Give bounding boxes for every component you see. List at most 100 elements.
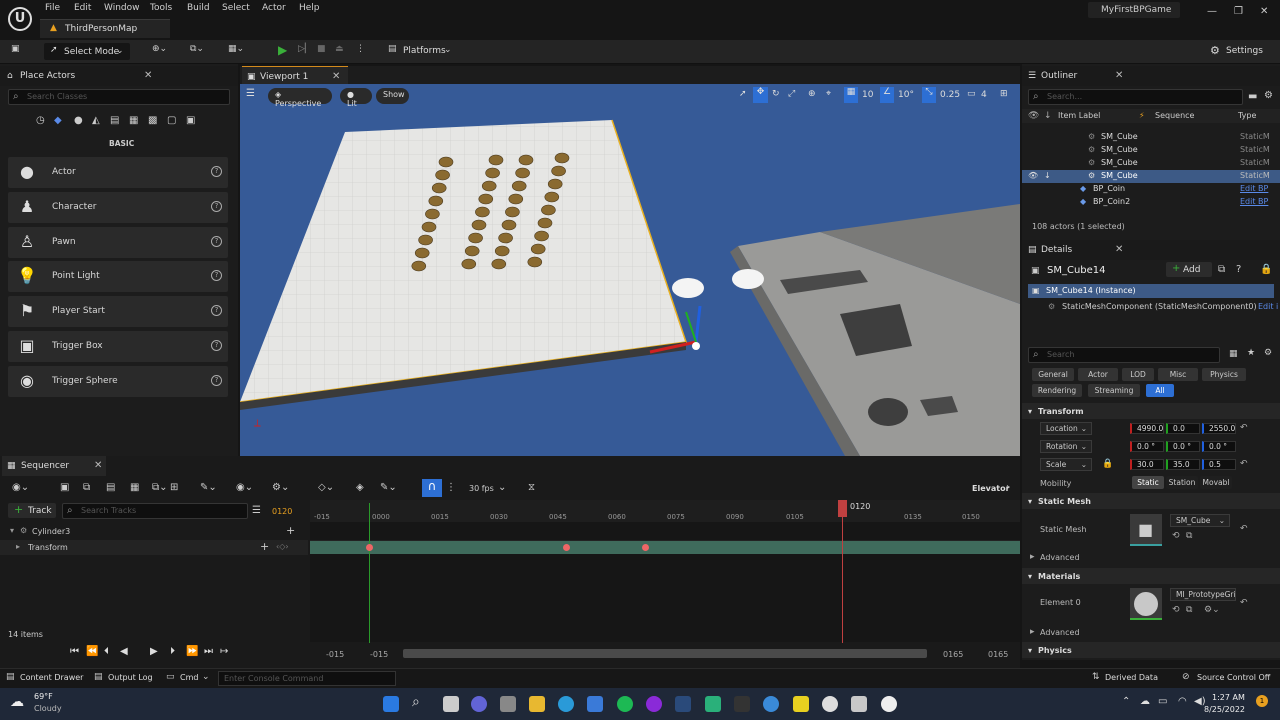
settings-button[interactable]: ⚙ Settings <box>1210 44 1270 60</box>
chevron-right-icon[interactable]: › <box>1006 482 1010 493</box>
show-button[interactable]: Show <box>376 88 409 104</box>
static-mesh-thumbnail[interactable]: ■ <box>1130 514 1162 546</box>
help-icon[interactable]: ? <box>211 305 222 316</box>
actor-name-field[interactable]: SM_Cube14 <box>1047 265 1106 276</box>
search-classes-input[interactable]: ⌕ Search Classes <box>8 89 230 105</box>
notes-icon[interactable] <box>793 696 809 712</box>
transform-section-header[interactable]: ▾ Transform <box>1022 403 1280 419</box>
lock-icon[interactable]: 🔒 <box>1260 264 1272 275</box>
filter-all[interactable]: All <box>1146 384 1174 397</box>
play-reverse-icon[interactable]: ◀ <box>120 646 128 657</box>
spotify-icon[interactable] <box>617 696 633 712</box>
advanced-expander[interactable]: ▸ Advanced <box>1022 550 1280 564</box>
coin[interactable] <box>530 243 546 255</box>
coin[interactable] <box>435 169 450 181</box>
add-component-button[interactable]: + Add <box>1166 262 1212 277</box>
coin[interactable] <box>494 245 510 257</box>
details-tab[interactable]: ▤ Details ✕ <box>1022 240 1280 260</box>
view-start-field[interactable]: -015 <box>370 650 388 659</box>
eject-icon[interactable]: ⏏ <box>335 44 344 60</box>
playhead-line[interactable] <box>842 500 843 643</box>
view-options-icon[interactable]: ◉⌄ <box>236 482 253 493</box>
menu-window[interactable]: Window <box>104 3 140 13</box>
rotation-x-field[interactable]: 0.0 ° <box>1130 441 1164 452</box>
app-icon[interactable] <box>851 696 867 712</box>
maximize-icon[interactable]: ❐ <box>1234 6 1243 17</box>
gear-icon[interactable]: ⚙ <box>1264 90 1273 101</box>
keyframe[interactable] <box>366 544 373 551</box>
coin[interactable] <box>418 234 433 246</box>
static-mesh-section-header[interactable]: ▾ Static Mesh <box>1022 493 1280 509</box>
track-row-transform[interactable]: ▸ Transform + ‹◇› <box>0 540 308 555</box>
grid-snap-icon[interactable]: ▦ <box>844 87 858 103</box>
maximize-viewport-icon[interactable]: ⊞ <box>1000 89 1008 99</box>
close-window-icon[interactable]: ✕ <box>1260 6 1268 17</box>
play-next-icon[interactable]: ▷▏ <box>298 44 312 60</box>
content-drawer-button[interactable]: ▤ Content Drawer <box>6 672 84 686</box>
materials-section-header[interactable]: ▾ Materials <box>1022 568 1280 584</box>
coin[interactable] <box>464 245 480 257</box>
scale-z-field[interactable]: 0.5 <box>1202 459 1236 470</box>
coin[interactable] <box>428 195 444 207</box>
help-icon[interactable]: ? <box>211 201 222 212</box>
plus-icon[interactable]: + <box>260 540 269 553</box>
blueprint-add-icon[interactable]: ⧉ <box>1218 264 1225 275</box>
cmd-dropdown[interactable]: ▭ Cmd ⌄ <box>166 672 212 686</box>
view-end-field[interactable]: 0165 <box>943 650 963 659</box>
material-thumbnail[interactable] <box>1130 588 1162 620</box>
stop-icon[interactable]: ■ <box>317 44 326 60</box>
column-type[interactable]: Type <box>1238 111 1256 120</box>
notification-badge-icon[interactable]: 1 <box>1256 695 1268 707</box>
rotation-y-field[interactable]: 0.0 ° <box>1166 441 1200 452</box>
scale-snap-icon[interactable]: ⤡ <box>922 87 936 103</box>
play-forward-icon[interactable]: ▶ <box>150 646 158 657</box>
curve-editor-icon[interactable]: ✎⌄ <box>380 482 397 493</box>
edge-icon[interactable] <box>558 696 574 712</box>
coin[interactable] <box>551 165 566 177</box>
tools-icon[interactable]: ✎⌄ <box>200 482 217 493</box>
static-mesh-picker[interactable]: SM_Cube ⌄ <box>1170 514 1230 527</box>
details-search-input[interactable]: ⌕ Search <box>1028 347 1220 363</box>
column-item-label[interactable]: Item Label <box>1058 111 1100 120</box>
all-classes-icon[interactable]: ▩ <box>148 115 157 126</box>
actor-item-pawn[interactable]: ♙ Pawn ? <box>8 227 228 258</box>
coin[interactable] <box>544 191 560 203</box>
scale-y-field[interactable]: 35.0 <box>1166 459 1200 470</box>
output-log-button[interactable]: ▤ Output Log <box>94 672 154 686</box>
coin[interactable] <box>431 182 447 194</box>
coin[interactable] <box>488 154 504 166</box>
lights-icon[interactable]: ● <box>74 115 83 126</box>
fps-dropdown[interactable]: 30 fps <box>469 484 494 493</box>
reset-icon[interactable]: ↶ <box>1240 459 1248 469</box>
save-icon[interactable]: ▣ <box>60 482 69 493</box>
advanced-expander[interactable]: ▸ Advanced <box>1022 625 1280 639</box>
coin[interactable] <box>485 167 500 179</box>
menu-select[interactable]: Select <box>222 3 250 13</box>
playhead-handle[interactable] <box>838 500 847 517</box>
step-forward-icon[interactable]: ⏩ <box>186 646 198 657</box>
help-icon[interactable]: ? <box>211 236 222 247</box>
play-icon[interactable]: ▶ <box>278 43 287 59</box>
coin[interactable] <box>411 260 427 272</box>
shapes-icon[interactable]: ◭ <box>92 115 100 126</box>
store-icon[interactable] <box>587 696 603 712</box>
unreal-logo-icon[interactable]: U <box>8 7 32 31</box>
viewport-menu-icon[interactable]: ☰ <box>246 88 264 104</box>
menu-actor[interactable]: Actor <box>262 3 286 13</box>
close-icon[interactable]: ✕ <box>1115 70 1123 81</box>
rotation-snap-value[interactable]: 10° <box>898 90 914 100</box>
menu-file[interactable]: File <box>45 3 60 13</box>
unreal-taskbar-icon[interactable] <box>881 696 897 712</box>
coin[interactable] <box>511 180 527 192</box>
search-tracks-input[interactable]: ⌕ Search Tracks <box>62 503 248 519</box>
surface-snap-icon[interactable]: ⌖ <box>826 89 831 99</box>
gizmo-z-axis[interactable] <box>694 305 702 343</box>
curve-icon[interactable]: ⧖ <box>528 482 535 493</box>
coin[interactable] <box>518 154 534 166</box>
coin[interactable] <box>438 156 454 168</box>
round-pad[interactable] <box>868 398 908 426</box>
help-icon[interactable]: ? <box>211 340 222 351</box>
actor-item-trigger-sphere[interactable]: ◉ Trigger Sphere ? <box>8 366 228 397</box>
world-icon[interactable]: ◉⌄ <box>12 482 29 493</box>
menu-tools[interactable]: Tools <box>150 3 172 13</box>
